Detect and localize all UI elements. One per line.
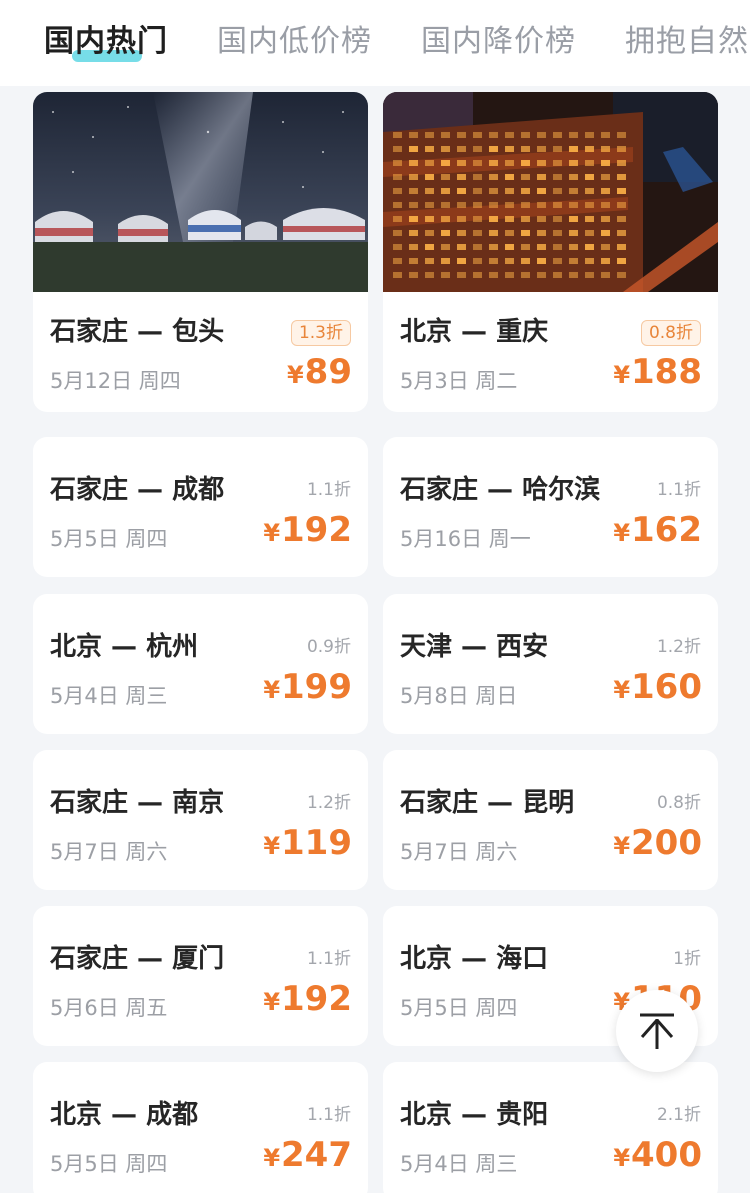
currency-symbol: ¥ xyxy=(263,832,281,860)
flight-date: 5月6日 周五 xyxy=(50,996,168,1020)
discount-badge: 1.2折 xyxy=(306,793,351,813)
price: ¥199 xyxy=(263,667,352,710)
price: ¥119 xyxy=(263,823,352,866)
discount-badge: 0.9折 xyxy=(306,637,351,657)
currency-symbol: ¥ xyxy=(613,519,631,547)
currency-symbol: ¥ xyxy=(613,676,631,704)
price-value: 247 xyxy=(281,1135,352,1175)
flight-date: 5月7日 周六 xyxy=(50,840,168,864)
price-value: 192 xyxy=(281,979,352,1019)
currency-symbol: ¥ xyxy=(263,1144,281,1172)
flight-date: 5月4日 周三 xyxy=(50,684,168,708)
route-label: 石家庄 — 厦门 xyxy=(50,944,225,974)
price-value: 188 xyxy=(631,352,702,392)
back-to-top-button[interactable] xyxy=(616,990,698,1072)
discount-badge: 2.1折 xyxy=(656,1105,701,1125)
currency-symbol: ¥ xyxy=(613,832,631,860)
currency-symbol: ¥ xyxy=(263,519,281,547)
flight-date: 5月16日 周一 xyxy=(400,527,531,551)
route-label: 北京 — 海口 xyxy=(400,944,549,974)
flight-date: 5月5日 周四 xyxy=(50,1152,168,1176)
route-label: 石家庄 — 哈尔滨 xyxy=(400,475,601,505)
arrow-up-to-top-icon xyxy=(640,1013,674,1049)
price-value: 160 xyxy=(631,667,702,707)
flight-deal-card[interactable]: 北京 — 杭州 5月4日 周三 0.9折 ¥199 xyxy=(33,594,368,734)
route-label: 天津 — 西安 xyxy=(400,632,549,662)
price: ¥247 xyxy=(263,1135,352,1178)
discount-badge: 1.1折 xyxy=(306,949,351,969)
currency-symbol: ¥ xyxy=(263,676,281,704)
flight-date: 5月3日 周二 xyxy=(400,369,518,393)
city-night-photo xyxy=(383,92,718,292)
flight-date: 5月12日 周四 xyxy=(50,369,181,393)
price-value: 119 xyxy=(281,823,352,863)
discount-badge: 1.3折 xyxy=(290,320,351,346)
price: ¥188 xyxy=(613,352,702,395)
route-label: 石家庄 — 包头 xyxy=(50,317,225,347)
price: ¥192 xyxy=(263,510,352,553)
flight-deal-card[interactable]: 石家庄 — 包头 5月12日 周四 1.3折 ¥89 xyxy=(33,92,368,412)
discount-badge: 1.1折 xyxy=(656,480,701,500)
price-value: 162 xyxy=(631,510,702,550)
route-label: 北京 — 成都 xyxy=(50,1100,199,1130)
price-value: 89 xyxy=(304,352,352,392)
discount-badge: 1折 xyxy=(673,949,701,969)
price-value: 192 xyxy=(281,510,352,550)
discount-badge: 1.1折 xyxy=(306,1105,351,1125)
route-label: 北京 — 杭州 xyxy=(50,632,199,662)
flight-deal-card[interactable]: 石家庄 — 厦门 5月6日 周五 1.1折 ¥192 xyxy=(33,906,368,1046)
flight-deal-card[interactable]: 北京 — 成都 5月5日 周四 1.1折 ¥247 xyxy=(33,1062,368,1193)
discount-badge: 0.8折 xyxy=(640,320,701,346)
flight-deal-card[interactable]: 石家庄 — 哈尔滨 5月16日 周一 1.1折 ¥162 xyxy=(383,437,718,577)
price: ¥160 xyxy=(613,667,702,710)
price: ¥162 xyxy=(613,510,702,553)
route-label: 北京 — 重庆 xyxy=(400,317,549,347)
route-label: 北京 — 贵阳 xyxy=(400,1100,549,1130)
currency-symbol: ¥ xyxy=(613,361,631,389)
currency-symbol: ¥ xyxy=(286,361,304,389)
price-value: 400 xyxy=(631,1135,702,1175)
yurts-photo xyxy=(33,92,368,292)
flight-deal-card[interactable]: 石家庄 — 成都 5月5日 周四 1.1折 ¥192 xyxy=(33,437,368,577)
flight-date: 5月4日 周三 xyxy=(400,1152,518,1176)
price: ¥400 xyxy=(613,1135,702,1178)
flight-date: 5月8日 周日 xyxy=(400,684,518,708)
price: ¥89 xyxy=(287,352,352,395)
route-label: 石家庄 — 南京 xyxy=(50,788,225,818)
discount-badge: 1.1折 xyxy=(306,480,351,500)
flight-deal-card[interactable]: 北京 — 贵阳 5月4日 周三 2.1折 ¥400 xyxy=(383,1062,718,1193)
route-label: 石家庄 — 成都 xyxy=(50,475,225,505)
flight-deal-card[interactable]: 北京 — 重庆 5月3日 周二 0.8折 ¥188 xyxy=(383,92,718,412)
discount-badge: 0.8折 xyxy=(656,793,701,813)
currency-symbol: ¥ xyxy=(263,988,281,1016)
discount-badge: 1.2折 xyxy=(656,637,701,657)
flight-date: 5月5日 周四 xyxy=(400,996,518,1020)
price: ¥192 xyxy=(263,979,352,1022)
route-label: 石家庄 — 昆明 xyxy=(400,788,575,818)
flight-date: 5月7日 周六 xyxy=(400,840,518,864)
price-value: 200 xyxy=(631,823,702,863)
flight-date: 5月5日 周四 xyxy=(50,527,168,551)
price: ¥200 xyxy=(613,823,702,866)
price-value: 199 xyxy=(281,667,352,707)
flight-deal-card[interactable]: 石家庄 — 昆明 5月7日 周六 0.8折 ¥200 xyxy=(383,750,718,890)
flight-deal-card[interactable]: 石家庄 — 南京 5月7日 周六 1.2折 ¥119 xyxy=(33,750,368,890)
flight-deal-card[interactable]: 天津 — 西安 5月8日 周日 1.2折 ¥160 xyxy=(383,594,718,734)
currency-symbol: ¥ xyxy=(613,1144,631,1172)
